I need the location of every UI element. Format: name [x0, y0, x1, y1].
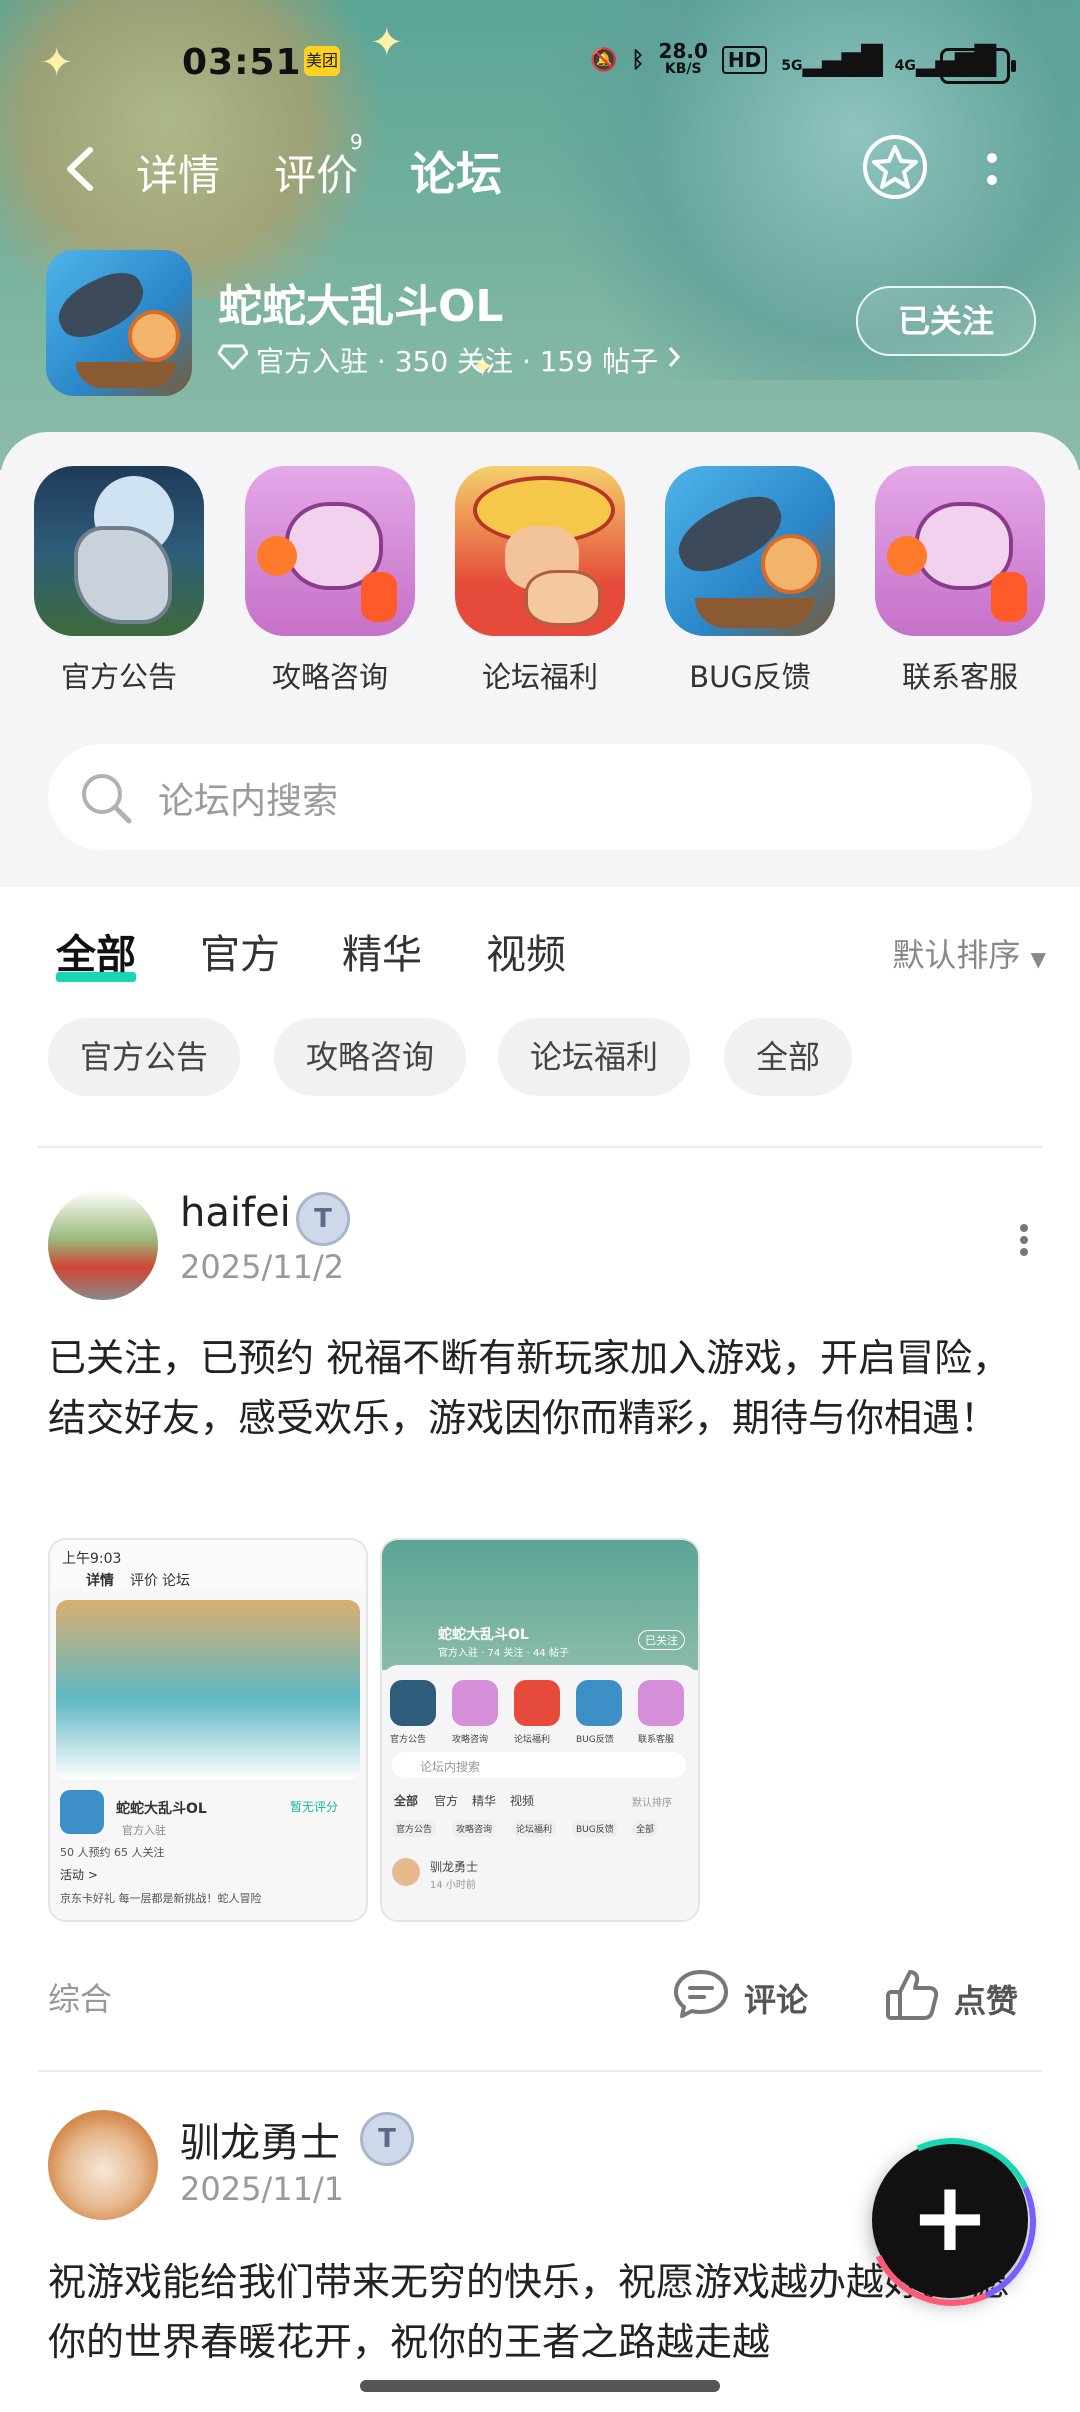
post-text[interactable]: 已关注，已预约 祝福不断有新玩家加入游戏，开启冒险，结交好友，感受欢乐，游戏因你… — [48, 1328, 1038, 1448]
post-image-thumbnail[interactable]: 上午9:03 详情 评价 论坛 蛇蛇大乱斗OL 暂无评分 官方入驻 50 人预约… — [48, 1538, 368, 1922]
game-header: ✦ ✦ ✦ 03:51 美团 🔕 ᛒ 28.0 KB/S HD 5G▂▄▆█ 4… — [0, 0, 1080, 470]
comment-icon — [672, 1968, 730, 2028]
category-shortcuts: 官方公告 攻略咨询 论坛福利 BUG反馈 联系客服 — [0, 466, 1080, 696]
post-more-icon[interactable] — [1014, 1220, 1034, 1260]
net-speed: 28.0 KB/S — [658, 39, 708, 78]
thumb-topbar: 上午9:03 详情 评价 论坛 — [50, 1540, 366, 1590]
category-official-announcement[interactable]: 官方公告 — [34, 466, 204, 696]
meituan-notification-icon: 美团 — [304, 46, 340, 76]
create-post-button[interactable]: + — [844, 2114, 1060, 2330]
category-image — [455, 466, 625, 636]
chip-all[interactable]: 全部 — [724, 1018, 853, 1096]
comment-button[interactable]: 评论 — [672, 1968, 808, 2028]
filter-tabs: 全部 官方 精华 视频 默认排序 ▼ — [0, 900, 1080, 1010]
category-label: 论坛福利 — [481, 660, 598, 694]
comment-label: 评论 — [744, 1981, 809, 2019]
filter-tab-official[interactable]: 官方 — [200, 922, 280, 980]
tab-details[interactable]: 详情 — [136, 142, 220, 203]
tab-forum[interactable]: 论坛 — [410, 138, 502, 208]
signal-5g-icon: 5G▂▄▆█ — [781, 43, 882, 77]
home-indicator[interactable] — [360, 2380, 720, 2392]
category-image — [665, 466, 835, 636]
follow-button[interactable]: 已关注 — [856, 286, 1036, 356]
game-meta-text: 官方入驻 · 350 关注 · 159 帖子 — [256, 345, 659, 378]
like-button[interactable]: 点赞 — [884, 1968, 1018, 2030]
search-icon — [78, 770, 134, 826]
category-label: 官方公告 — [60, 660, 177, 694]
post-footer: 综合 评论 点赞 — [0, 1960, 1080, 2030]
divider — [38, 2070, 1042, 2072]
category-strategy[interactable]: 攻略咨询 — [245, 466, 415, 696]
filter-tab-label: 全部 — [56, 932, 136, 978]
status-time: 03:51 — [182, 42, 302, 83]
chip-strategy[interactable]: 攻略咨询 — [274, 1018, 467, 1096]
tab-reviews[interactable]: 评价 — [274, 142, 358, 203]
net-speed-value: 28.0 — [658, 39, 708, 63]
chip-official-announcement[interactable]: 官方公告 — [48, 1018, 241, 1096]
diamond-icon — [217, 344, 249, 377]
forum-panel: 官方公告 攻略咨询 论坛福利 BUG反馈 联系客服 论坛内搜索 — [0, 432, 1080, 887]
plus-icon: + — [909, 2161, 991, 2273]
category-welfare[interactable]: 论坛福利 — [455, 466, 625, 696]
chevron-right-icon — [666, 344, 682, 377]
divider — [38, 1146, 1042, 1148]
forum-search-input[interactable]: 论坛内搜索 — [48, 744, 1032, 850]
category-customer-service[interactable]: 联系客服 — [875, 466, 1045, 696]
game-name: 蛇蛇大乱斗OL — [218, 281, 504, 332]
post-image-thumbnail[interactable]: 蛇蛇大乱斗OL 官方入驻 · 74 关注 · 44 帖子 已关注 官方公告 攻略… — [380, 1538, 700, 1922]
category-label: BUG反馈 — [689, 660, 811, 694]
filter-tab-video[interactable]: 视频 — [486, 922, 566, 980]
status-bar: 03:51 美团 🔕 ᛒ 28.0 KB/S HD 5G▂▄▆█ 4G▂▄▆█ … — [0, 38, 1080, 88]
mute-icon: 🔕 — [589, 47, 618, 73]
category-image — [34, 466, 204, 636]
thumbs-up-icon — [884, 1968, 940, 2030]
category-label: 联系客服 — [901, 660, 1018, 694]
hd-icon: HD — [721, 46, 768, 74]
favorite-star-icon[interactable] — [862, 134, 928, 200]
thumb-artwork — [56, 1600, 360, 1780]
post-date: 2025/11/1 — [180, 2170, 345, 2208]
filter-tab-all[interactable]: 全部 — [56, 922, 136, 982]
status-icons: 🔕 ᛒ 28.0 KB/S HD 5G▂▄▆█ 4G▂▄▆█ — [589, 39, 996, 78]
chip-welfare[interactable]: 论坛福利 — [498, 1018, 691, 1096]
more-options-icon[interactable] — [982, 144, 1002, 194]
sort-label: 默认排序 — [892, 936, 1021, 974]
post-username[interactable]: haifei — [180, 1190, 291, 1236]
game-info: 蛇蛇大乱斗OL 官方入驻 · 350 关注 · 159 帖子 已关注 — [46, 250, 1036, 400]
category-label: 攻略咨询 — [271, 660, 388, 694]
net-speed-unit: KB/S — [664, 61, 702, 77]
category-bug-report[interactable]: BUG反馈 — [665, 466, 835, 696]
topic-chips: 官方公告 攻略咨询 论坛福利 全部 — [48, 1018, 1048, 1098]
game-icon[interactable] — [46, 250, 192, 396]
user-badge-icon: T — [360, 2112, 414, 2166]
game-meta[interactable]: 官方入驻 · 350 关注 · 159 帖子 — [217, 340, 682, 380]
category-image — [245, 466, 415, 636]
back-icon[interactable] — [62, 144, 98, 194]
post-tag[interactable]: 综合 — [48, 1974, 112, 2020]
filter-tab-featured[interactable]: 精华 — [342, 922, 422, 980]
caret-down-icon: ▼ — [1030, 947, 1046, 971]
post-date: 2025/11/2 — [180, 1248, 345, 1286]
sort-dropdown[interactable]: 默认排序 ▼ — [892, 930, 1046, 976]
user-badge-icon: T — [296, 1192, 350, 1246]
post-username[interactable]: 驯龙勇士 — [180, 2110, 340, 2168]
tab-forum-label: 论坛 — [410, 147, 502, 201]
battery-icon: 56 — [940, 48, 1016, 84]
avatar[interactable] — [48, 2110, 158, 2220]
reviews-count-badge: 9 — [350, 130, 363, 154]
category-image — [875, 466, 1045, 636]
bluetooth-icon: ᛒ — [631, 47, 645, 73]
search-placeholder: 论坛内搜索 — [158, 781, 339, 822]
like-label: 点赞 — [954, 1982, 1019, 2020]
avatar[interactable] — [48, 1190, 158, 1300]
top-nav: 详情 评价 9 论坛 — [0, 130, 1080, 210]
